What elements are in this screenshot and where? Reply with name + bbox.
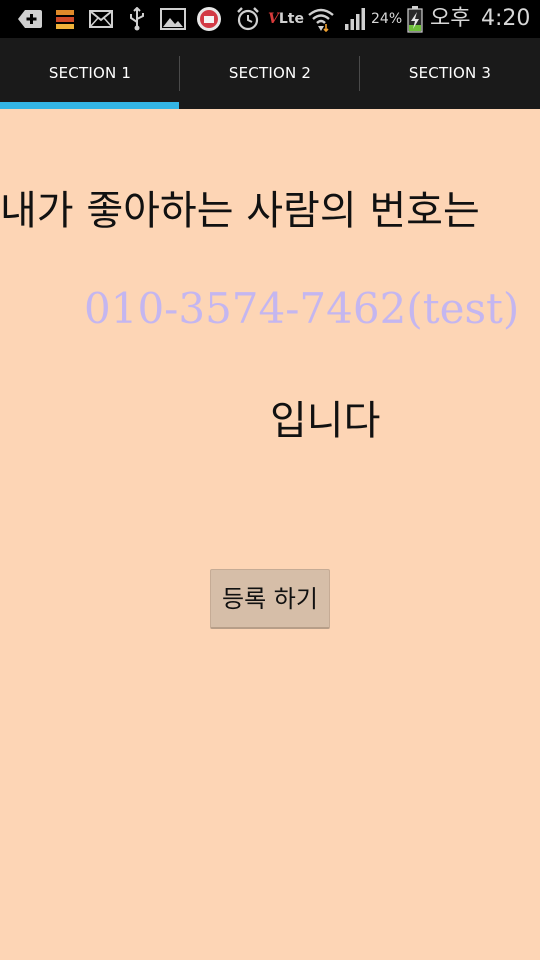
alarm-icon [234,5,262,33]
app-badge-icon [195,5,223,33]
volte-icon: V Lte [268,11,304,27]
headline-text: 내가 좋아하는 사람의 번호는 [0,188,480,234]
signal-icon [344,5,368,33]
clock-time: 4:20 [481,6,531,31]
phone-number[interactable]: 010-3574-7462(test) [84,283,519,335]
ampm-label: 오후 [430,6,471,31]
tab-bar: SECTION 1 SECTION 2 SECTION 3 [0,38,540,109]
tab-section-2[interactable]: SECTION 2 [180,38,360,109]
app-screen: V Lte 24% 오후 4:20 SECTION 1 SECTION 2 SE… [0,0,540,960]
mail-icon [88,5,114,33]
gallery-icon [159,5,187,33]
usb-icon [126,5,148,33]
status-bar: V Lte 24% 오후 4:20 [0,0,540,38]
add-icon [16,5,44,33]
battery-percent: 24% [371,11,403,27]
tab-section-1[interactable]: SECTION 1 [0,38,180,109]
register-button[interactable]: 등록 하기 [210,569,330,629]
tab-section-3[interactable]: SECTION 3 [360,38,540,109]
volte-label: Lte [278,11,304,27]
battery-charging-icon [405,5,425,33]
selected-tab-indicator [0,102,179,109]
app-stack-icon [54,5,76,33]
suffix-text: 입니다 [270,398,381,444]
wifi-icon [306,5,336,33]
